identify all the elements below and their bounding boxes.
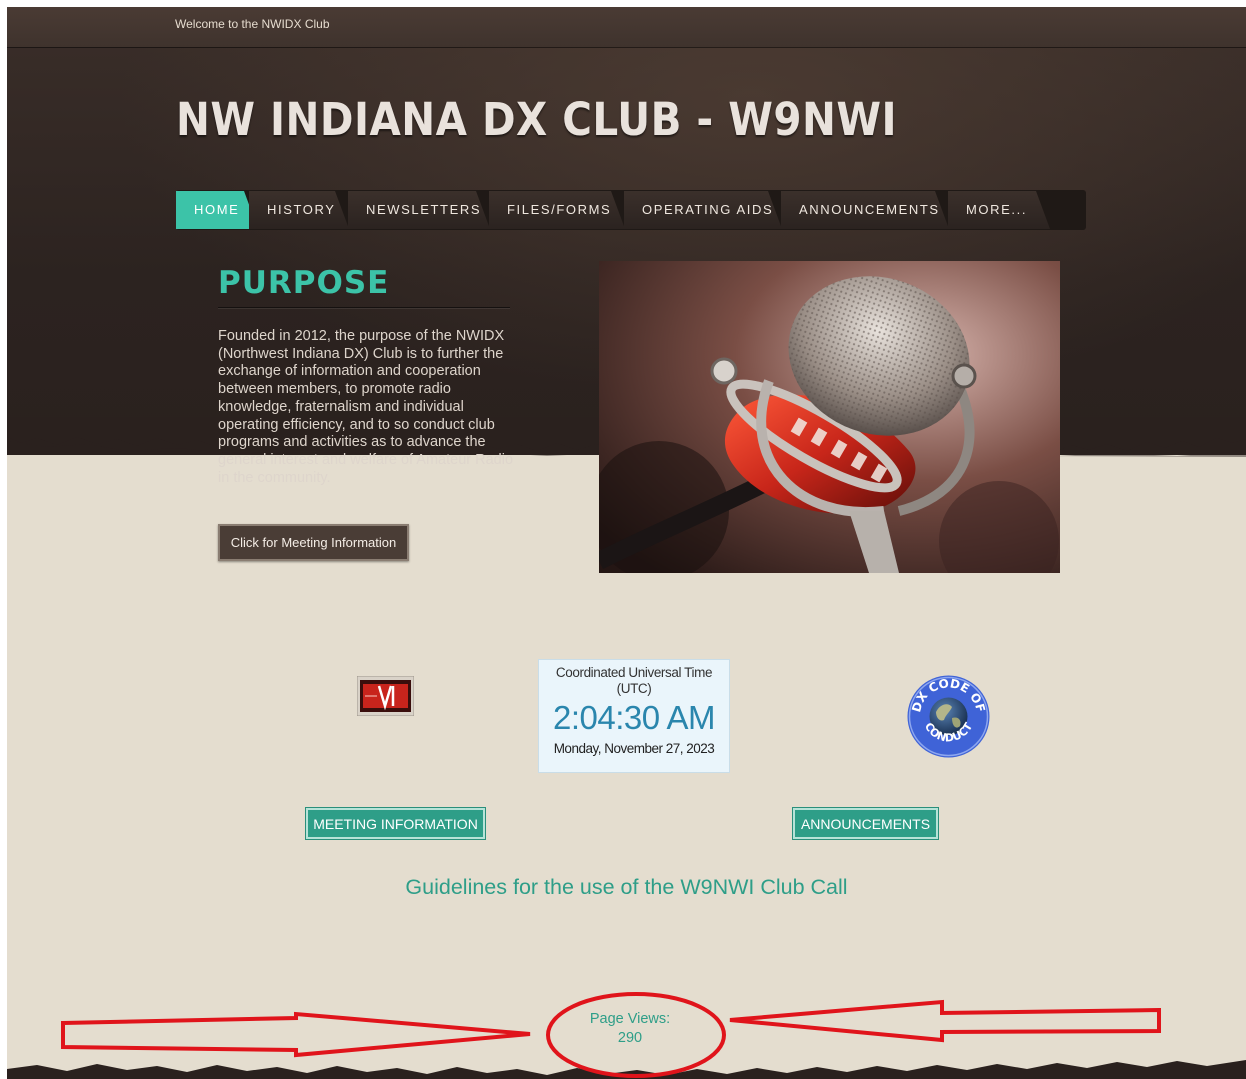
purpose-divider <box>218 307 510 308</box>
utc-clock-date: Monday, November 27, 2023 <box>553 741 715 756</box>
page-views-counter: Page Views: 290 <box>567 1010 693 1048</box>
microphone-image <box>599 261 1060 573</box>
ham-radio-badge-icon[interactable] <box>357 676 414 716</box>
utc-clock-title: Coordinated Universal Time (UTC) <box>555 665 713 696</box>
site-title[interactable]: NW INDIANA DX CLUB - W9NWI <box>176 93 897 146</box>
page-views-count: 290 <box>617 1030 643 1046</box>
utc-clock-widget: Coordinated Universal Time (UTC) 2:04:30… <box>538 659 730 773</box>
page-views-label: Page Views: <box>589 1011 671 1027</box>
meeting-info-button[interactable]: Click for Meeting Information <box>218 524 409 561</box>
purpose-heading: PURPOSE <box>218 265 390 301</box>
guidelines-link[interactable]: Guidelines for the use of the W9NWI Club… <box>7 875 1246 900</box>
nav-operating-aids[interactable]: OPERATING AIDS <box>624 191 782 229</box>
main-nav: HOME HISTORY NEWSLETTERS FILES/FORMS OPE… <box>176 190 1086 230</box>
nav-newsletters[interactable]: NEWSLETTERS <box>348 191 490 229</box>
utc-clock-time: 2:04:30 AM <box>553 699 715 736</box>
announcements-button[interactable]: ANNOUNCEMENTS <box>793 808 938 839</box>
nav-history[interactable]: HISTORY <box>249 191 349 229</box>
welcome-text: Welcome to the NWIDX Club <box>175 17 330 31</box>
purpose-text: Founded in 2012, the purpose of the NWID… <box>218 328 514 486</box>
meeting-information-button[interactable]: MEETING INFORMATION <box>306 808 485 839</box>
nav-more[interactable]: MORE... <box>948 191 1050 229</box>
nav-files-forms[interactable]: FILES/FORMS <box>489 191 625 229</box>
bottom-torn-edge <box>7 1060 1246 1079</box>
top-bar: Welcome to the NWIDX Club <box>7 7 1246 47</box>
dx-code-of-conduct-globe-icon[interactable]: DX CODE OF CONDUCT <box>906 674 991 759</box>
page: Welcome to the NWIDX Club NW INDIANA DX … <box>7 7 1246 1079</box>
nav-announcements[interactable]: ANNOUNCEMENTS <box>781 191 949 229</box>
nav-home[interactable]: HOME <box>176 191 258 229</box>
